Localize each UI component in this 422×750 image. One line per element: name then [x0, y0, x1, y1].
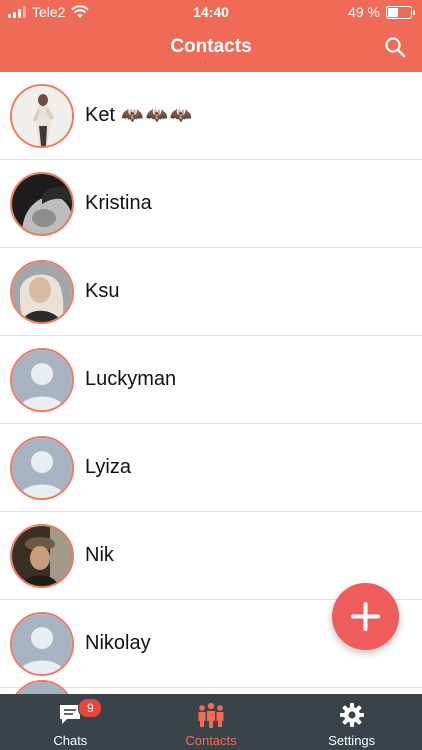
- avatar: [10, 83, 74, 148]
- contact-row-luckyman[interactable]: Luckyman: [0, 336, 422, 424]
- avatar: [10, 171, 74, 236]
- tab-label: Contacts: [185, 733, 237, 748]
- tab-contacts[interactable]: Contacts: [141, 694, 282, 750]
- avatar: [10, 435, 74, 500]
- tab-bar: 9 Chats Contacts Settings: [0, 694, 422, 750]
- page-title: Contacts: [170, 36, 252, 57]
- avatar: [10, 347, 74, 412]
- contact-name: Luckyman: [85, 368, 177, 390]
- status-right: 49 %: [348, 4, 415, 20]
- avatar-photo-nik: [12, 525, 72, 586]
- battery-icon: [386, 5, 415, 19]
- avatar-photo-kristina: [12, 173, 72, 234]
- default-avatar-icon: [12, 437, 72, 498]
- app-header: Tele2 14:40 49 % Contacts: [0, 0, 422, 72]
- bat-emoji-decoration: 🦇🦇🦇: [121, 105, 195, 125]
- unread-badge: 9: [78, 698, 103, 718]
- avatar-photo-ket: [12, 85, 72, 146]
- plus-icon: [351, 602, 380, 631]
- default-avatar-icon: [12, 613, 72, 674]
- contact-name: Ket 🦇🦇🦇: [85, 104, 194, 127]
- tab-label: Settings: [328, 733, 376, 748]
- contact-row-lyiza[interactable]: Lyiza: [0, 424, 422, 512]
- avatar-photo-ksu: [12, 261, 72, 322]
- contacts-icon: [198, 702, 224, 728]
- contact-name-text: Ket: [85, 104, 116, 126]
- add-contact-button[interactable]: [332, 583, 399, 650]
- contact-name: Kristina: [85, 192, 152, 214]
- avatar: [10, 523, 74, 588]
- tab-chats[interactable]: 9 Chats: [0, 694, 141, 750]
- tab-settings[interactable]: Settings: [281, 694, 422, 750]
- contact-name: Ksu: [85, 280, 120, 302]
- tab-label: Chats: [53, 733, 88, 748]
- status-bar: Tele2 14:40 49 %: [0, 0, 422, 26]
- search-icon[interactable]: [384, 36, 406, 58]
- contact-name: Nik: [85, 544, 114, 566]
- avatar: [10, 259, 74, 324]
- default-avatar-icon: [12, 349, 72, 410]
- avatar: [10, 611, 74, 676]
- contact-row-ksu[interactable]: Ksu: [0, 248, 422, 336]
- gear-icon: [339, 703, 364, 727]
- contact-name: Nikolay: [85, 632, 151, 654]
- battery-percent: 49 %: [348, 4, 380, 20]
- contact-name: Lyiza: [85, 456, 131, 478]
- contact-row-kristina[interactable]: Kristina: [0, 160, 422, 248]
- battery-fill: [388, 7, 398, 17]
- contact-row-ket[interactable]: Ket 🦇🦇🦇: [0, 72, 422, 160]
